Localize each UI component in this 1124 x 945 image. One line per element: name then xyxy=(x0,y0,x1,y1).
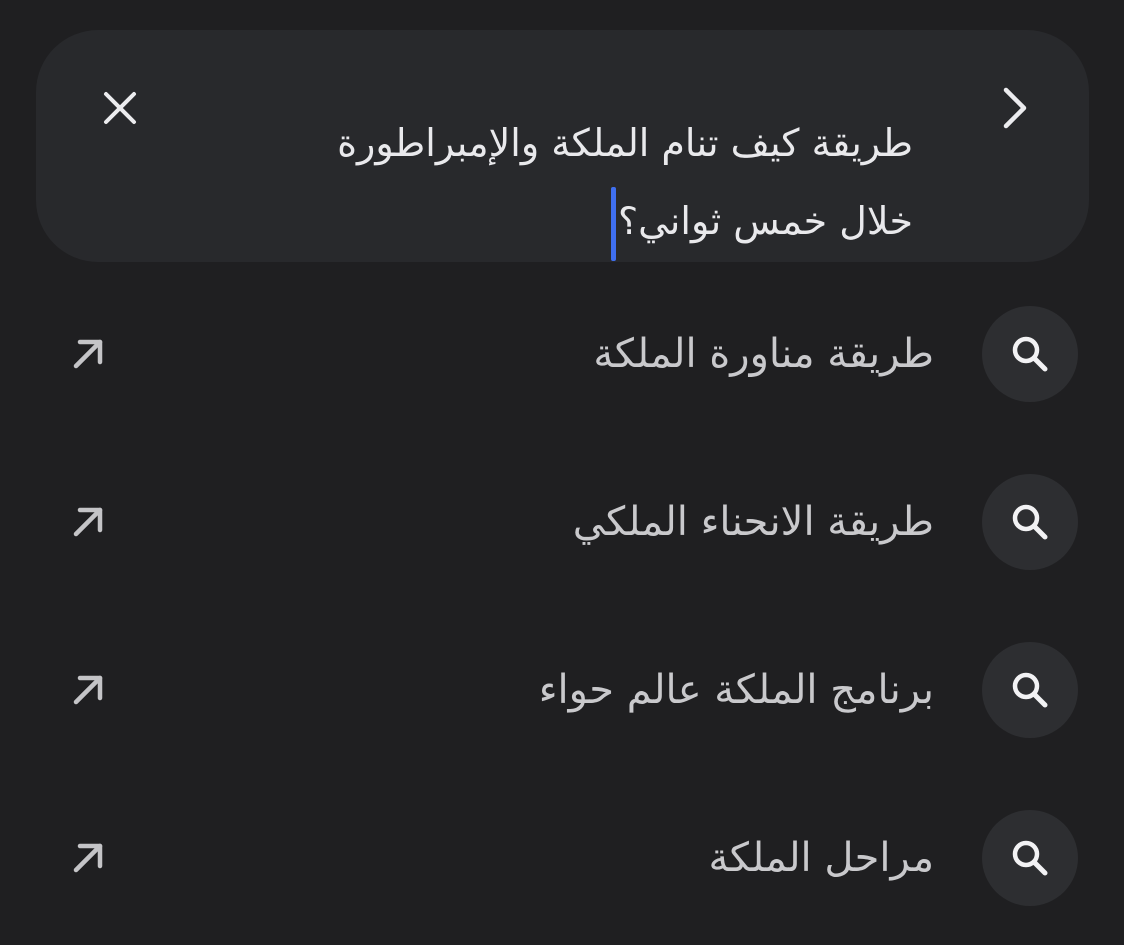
suggestion-item[interactable]: برنامج الملكة عالم حواء xyxy=(0,640,1124,740)
fill-query-button[interactable] xyxy=(60,830,116,886)
search-query-line-2: خلال خمس ثواني؟ xyxy=(193,182,913,261)
arrow-up-left-icon xyxy=(73,843,103,873)
search-icon xyxy=(1012,504,1048,540)
search-icon xyxy=(1012,336,1048,372)
search-input[interactable]: طريقة كيف تنام الملكة والإمبراطورة خلال … xyxy=(193,104,913,261)
suggestion-label: طريقة مناورة الملكة xyxy=(593,331,934,377)
suggestion-label: برنامج الملكة عالم حواء xyxy=(538,667,934,713)
search-icon xyxy=(1012,840,1048,876)
fill-query-button[interactable] xyxy=(60,494,116,550)
arrow-up-left-icon xyxy=(73,507,103,537)
back-button[interactable] xyxy=(986,80,1042,136)
text-caret xyxy=(610,186,616,261)
search-box[interactable]: طريقة كيف تنام الملكة والإمبراطورة خلال … xyxy=(36,30,1089,262)
search-icon xyxy=(1012,672,1048,708)
suggestion-search-icon-wrap xyxy=(982,306,1078,402)
suggestion-item[interactable]: مراحل الملكة xyxy=(0,808,1124,908)
suggestion-label: طريقة الانحناء الملكي xyxy=(572,499,934,545)
suggestion-item[interactable]: طريقة الانحناء الملكي xyxy=(0,472,1124,572)
search-query-line-1: طريقة كيف تنام الملكة والإمبراطورة xyxy=(337,121,913,165)
chevron-right-icon xyxy=(1003,87,1027,129)
arrow-up-left-icon xyxy=(73,675,103,705)
fill-query-button[interactable] xyxy=(60,326,116,382)
clear-button[interactable] xyxy=(92,80,148,136)
suggestion-search-icon-wrap xyxy=(982,642,1078,738)
suggestion-search-icon-wrap xyxy=(982,474,1078,570)
suggestion-label: مراحل الملكة xyxy=(708,835,934,881)
close-icon xyxy=(104,92,136,124)
search-query-text-2: خلال خمس ثواني؟ xyxy=(617,199,913,243)
suggestion-item[interactable]: طريقة مناورة الملكة xyxy=(0,304,1124,404)
suggestion-search-icon-wrap xyxy=(982,810,1078,906)
fill-query-button[interactable] xyxy=(60,662,116,718)
arrow-up-left-icon xyxy=(73,339,103,369)
